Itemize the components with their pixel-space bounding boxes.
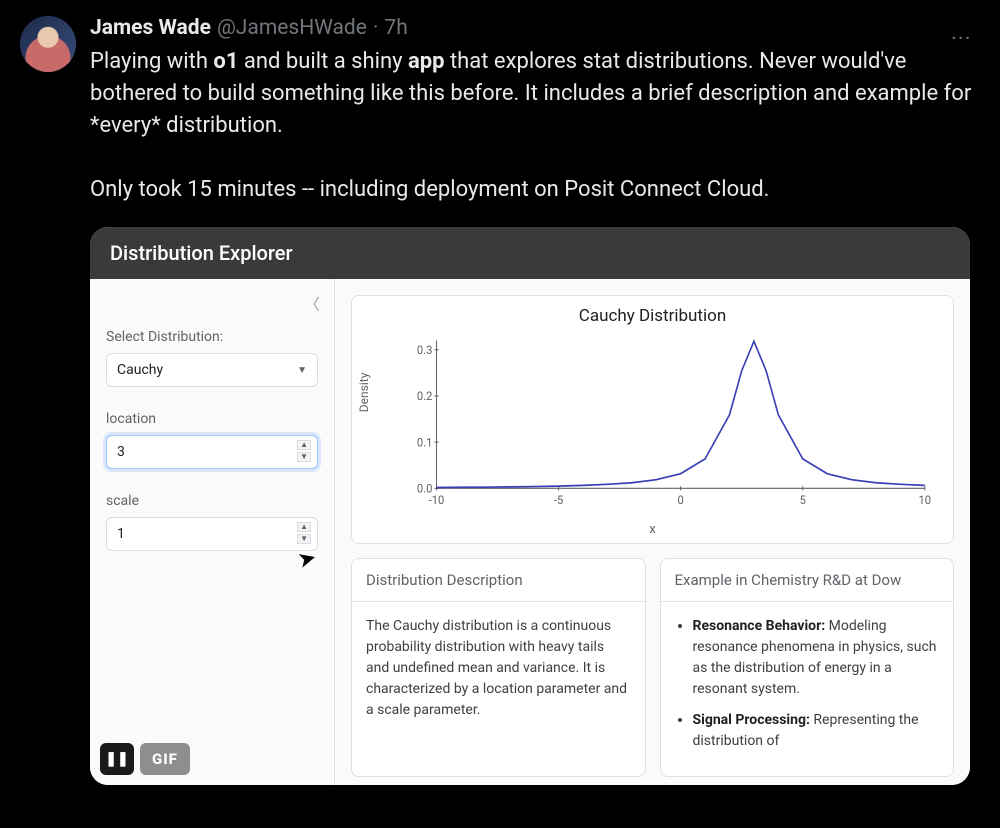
pause-button[interactable]: ❚❚	[100, 743, 134, 775]
tweet: James Wade @JamesHWade · 7h Playing with…	[0, 0, 1000, 785]
svg-text:5: 5	[800, 493, 806, 507]
tweet-text: Playing with o1 and built a shiny app th…	[90, 46, 980, 205]
scale-value: 1	[117, 526, 125, 542]
location-input[interactable]: 3 ▲▼	[106, 435, 318, 469]
author-handle[interactable]: @JamesHWade	[217, 16, 367, 40]
avatar[interactable]	[20, 16, 76, 72]
gif-badge: GIF	[140, 743, 190, 775]
distribution-select[interactable]: Cauchy ▼	[106, 353, 318, 387]
x-axis-label: x	[360, 522, 945, 537]
chevron-down-icon: ▼	[297, 365, 307, 376]
svg-text:-5: -5	[554, 493, 563, 507]
embedded-media[interactable]: Distribution Explorer 〈 Select Distribut…	[90, 227, 970, 785]
svg-text:10: 10	[919, 493, 932, 507]
distribution-select-value: Cauchy	[117, 362, 163, 378]
select-distribution-label: Select Distribution:	[106, 329, 318, 345]
svg-text:0.3: 0.3	[417, 343, 433, 357]
location-value: 3	[117, 444, 125, 460]
author-name[interactable]: James Wade	[90, 16, 211, 40]
gif-controls: ❚❚ GIF	[100, 743, 190, 775]
timestamp[interactable]: 7h	[384, 16, 407, 40]
svg-text:0.1: 0.1	[417, 436, 433, 450]
example-card: Example in Chemistry R&D at Dow Resonanc…	[660, 558, 955, 777]
scale-stepper[interactable]: ▲▼	[297, 522, 311, 544]
description-body: The Cauchy distribution is a continuous …	[352, 602, 645, 735]
tweet-header: James Wade @JamesHWade · 7h	[90, 16, 980, 40]
description-header: Distribution Description	[352, 559, 645, 602]
example-header: Example in Chemistry R&D at Dow	[661, 559, 954, 602]
more-button[interactable]: ···	[952, 28, 972, 47]
main-panel: Cauchy Distribution Density 0.00.10.20.3…	[335, 279, 970, 785]
app-title: Distribution Explorer	[90, 227, 970, 279]
example-body: Resonance Behavior: Modeling resonance p…	[661, 602, 954, 776]
scale-label: scale	[106, 493, 318, 509]
chart-card: Cauchy Distribution Density 0.00.10.20.3…	[351, 295, 954, 544]
y-axis-label: Density	[357, 373, 371, 413]
chart-title: Cauchy Distribution	[360, 306, 945, 326]
sidebar: 〈 Select Distribution: Cauchy ▼ location…	[90, 279, 335, 785]
location-stepper[interactable]: ▲▼	[297, 440, 311, 462]
collapse-icon[interactable]: 〈	[304, 291, 320, 315]
svg-text:-10: -10	[429, 493, 445, 507]
svg-text:0.2: 0.2	[417, 389, 433, 403]
chart-svg: 0.00.10.20.3 -10-50510	[406, 330, 935, 520]
separator-dot: ·	[373, 16, 379, 40]
app-body: 〈 Select Distribution: Cauchy ▼ location…	[90, 279, 970, 785]
description-card: Distribution Description The Cauchy dist…	[351, 558, 646, 777]
scale-input[interactable]: 1 ▲▼	[106, 517, 318, 551]
svg-text:0: 0	[678, 493, 684, 507]
location-label: location	[106, 411, 318, 427]
